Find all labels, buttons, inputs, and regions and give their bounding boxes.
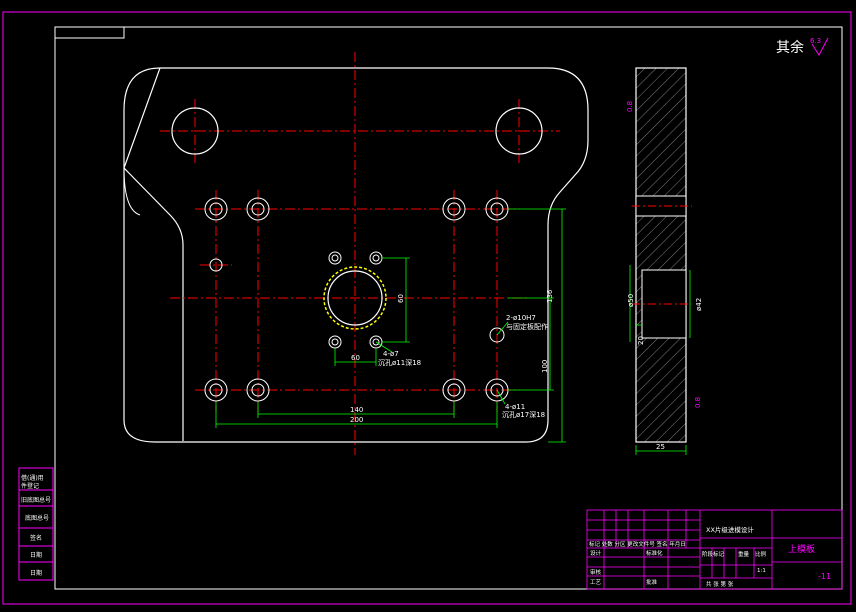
tb-approve: 批准 xyxy=(646,578,658,586)
tb-stage-mark: 阶段标记 xyxy=(702,550,725,558)
dim-side-depth: 20 xyxy=(637,336,645,345)
plate-inner-edge xyxy=(123,167,141,216)
tb-scale-label: 比例 xyxy=(755,550,767,558)
note-4x11-sub: 沉孔ø17深18 xyxy=(502,410,545,419)
surface-bottom: 0.8 xyxy=(694,397,702,408)
tb-process: 工艺 xyxy=(590,579,602,586)
stamp-row5: 签名 xyxy=(30,534,42,542)
roughness-label: 其余 xyxy=(776,39,804,56)
stamp-row3: 旧底图总号 xyxy=(21,496,51,504)
dim-100: 100 xyxy=(541,360,549,373)
screw-holes xyxy=(204,197,509,402)
dim-136: 136 xyxy=(546,289,554,303)
stamp-row2: 件登记 xyxy=(21,482,39,490)
note-4x11: 4-ø11 xyxy=(505,403,525,411)
tb-project-title: XX片级进模设计 xyxy=(706,525,754,534)
tb-check: 审核 xyxy=(590,568,602,576)
note-pin-sub: 与固定板配作 xyxy=(506,322,548,331)
side-section xyxy=(632,67,692,443)
tb-design: 设计 xyxy=(590,549,602,557)
dim-25: 25 xyxy=(656,443,665,451)
stamp-row4: 底图总号 xyxy=(25,514,49,522)
stamp-row1: 借(通)用 xyxy=(21,474,44,482)
dim-140: 140 xyxy=(350,406,363,414)
tb-sheets: 共 张 第 张 xyxy=(706,580,734,588)
note-4x7-sub: 沉孔ø11深18 xyxy=(378,358,421,367)
corner-tag xyxy=(54,26,125,39)
surface-top: 0.8 xyxy=(626,101,634,112)
tb-weight: 重量 xyxy=(738,550,750,558)
tb-drawing-no: -11 xyxy=(818,572,831,581)
tb-scale: 1:1 xyxy=(757,568,766,574)
dim-dia42: ø42 xyxy=(695,298,703,311)
roughness-value: 6.3 xyxy=(810,37,821,45)
tb-part-name: 上模板 xyxy=(788,543,815,555)
tb-mark-row: 标记 处数 分区 更改文件号 签名 年月日 xyxy=(589,540,686,548)
stamp-row7: 日期 xyxy=(30,569,42,577)
note-4x7: 4-ø7 xyxy=(383,350,399,358)
dim-dia50: ø50 xyxy=(627,294,635,307)
note-pin: 2-ø10H7 xyxy=(506,314,536,322)
stamp-row6: 日期 xyxy=(30,551,42,559)
inner-frame xyxy=(54,26,843,590)
plate-outline xyxy=(123,67,589,443)
tb-standardize: 标准化 xyxy=(646,549,663,557)
outer-frame xyxy=(2,11,852,605)
dim-60-v: 60 xyxy=(397,294,405,303)
cad-drawing: 借(通)用 件登记 旧底图总号 底图总号 签名 日期 日期 其余 6.3 140… xyxy=(2,11,852,605)
dim-200: 200 xyxy=(350,416,363,424)
dim-60-h: 60 xyxy=(351,354,360,362)
